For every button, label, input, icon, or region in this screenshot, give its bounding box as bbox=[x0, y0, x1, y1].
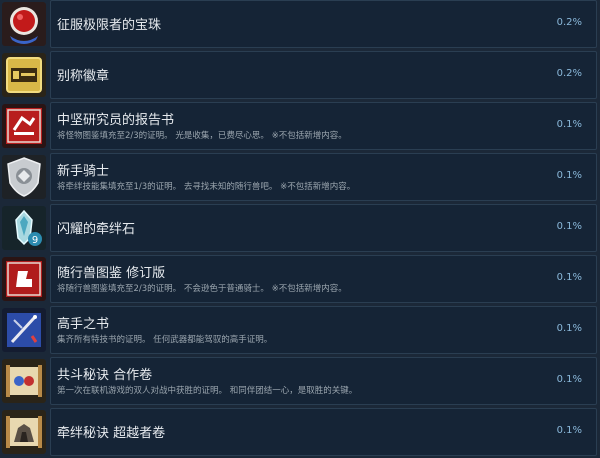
achievement-percent: 0.1% bbox=[556, 374, 582, 385]
achievement-row[interactable]: 9 闪耀的牵绊石 0.1% bbox=[0, 204, 600, 254]
achievement-title: 闪耀的牵绊石 bbox=[57, 222, 136, 237]
achievement-panel: 共斗秘诀 合作卷 第一次在联机游戏的双人对战中获胜的证明。 和同伴团结一心，是取… bbox=[50, 357, 597, 405]
red-report-book-icon bbox=[2, 104, 46, 148]
achievement-title: 征服极限者的宝珠 bbox=[57, 18, 162, 33]
achievement-description: 将牵绊技能集填充至1/3的证明。 去寻找未知的随行兽吧。 ※不包括新增内容。 bbox=[57, 182, 356, 192]
achievement-row[interactable]: 共斗秘诀 合作卷 第一次在联机游戏的双人对战中获胜的证明。 和同伴团结一心，是取… bbox=[0, 357, 600, 407]
achievement-row[interactable]: 随行兽图鉴 修订版 将随行兽图鉴填充至2/3的证明。 不会逊色于普通骑士。 ※不… bbox=[0, 255, 600, 305]
achievement-percent: 0.1% bbox=[556, 425, 582, 436]
achievement-title: 共斗秘诀 合作卷 bbox=[57, 368, 153, 383]
expert-book-icon bbox=[2, 308, 46, 352]
achievement-row[interactable]: 新手骑士 将牵绊技能集填充至1/3的证明。 去寻找未知的随行兽吧。 ※不包括新增… bbox=[0, 153, 600, 203]
red-orb-icon bbox=[2, 2, 46, 46]
achievement-row[interactable]: 牵绊秘诀 超越者卷 0.1% bbox=[0, 408, 600, 458]
coop-scroll-icon bbox=[2, 359, 46, 403]
achievement-percent: 0.1% bbox=[556, 323, 582, 334]
svg-text:9: 9 bbox=[32, 235, 38, 246]
achievement-percent: 0.2% bbox=[556, 68, 582, 79]
achievement-panel: 新手骑士 将牵绊技能集填充至1/3的证明。 去寻找未知的随行兽吧。 ※不包括新增… bbox=[50, 153, 597, 201]
achievement-description: 将怪物图鉴填充至2/3的证明。 光是收集，已费尽心思。 ※不包括新增内容。 bbox=[57, 131, 347, 141]
achievement-description: 集齐所有特技书的证明。 任何武器都能驾驭的高手证明。 bbox=[57, 335, 273, 345]
achievement-percent: 0.1% bbox=[556, 119, 582, 130]
achievement-panel: 中坚研究员的报告书 将怪物图鉴填充至2/3的证明。 光是收集，已费尽心思。 ※不… bbox=[50, 102, 597, 150]
achievement-panel: 牵绊秘诀 超越者卷 0.1% bbox=[50, 408, 597, 456]
achievement-percent: 0.1% bbox=[556, 221, 582, 232]
achievement-title: 新手骑士 bbox=[57, 164, 110, 179]
kinship-stone-icon: 9 bbox=[2, 206, 46, 250]
achievement-percent: 0.2% bbox=[556, 17, 582, 28]
achievement-row[interactable]: 高手之书 集齐所有特技书的证明。 任何武器都能驾驭的高手证明。 0.1% bbox=[0, 306, 600, 356]
achievement-percent: 0.1% bbox=[556, 170, 582, 181]
achievement-row[interactable]: 中坚研究员的报告书 将怪物图鉴填充至2/3的证明。 光是收集，已费尽心思。 ※不… bbox=[0, 102, 600, 152]
achievement-description: 第一次在联机游戏的双人对战中获胜的证明。 和同伴团结一心，是取胜的关键。 bbox=[57, 386, 358, 396]
kinship-scroll-icon bbox=[2, 410, 46, 454]
silver-shield-icon bbox=[2, 155, 46, 199]
achievement-description: 将随行兽图鉴填充至2/3的证明。 不会逊色于普通骑士。 ※不包括新增内容。 bbox=[57, 284, 347, 294]
achievement-title: 别称徽章 bbox=[57, 69, 110, 84]
achievement-panel: 征服极限者的宝珠 0.2% bbox=[50, 0, 597, 48]
achievement-title: 高手之书 bbox=[57, 317, 110, 332]
achievement-panel: 高手之书 集齐所有特技书的证明。 任何武器都能驾驭的高手证明。 0.1% bbox=[50, 306, 597, 354]
achievement-row[interactable]: 别称徽章 0.2% bbox=[0, 51, 600, 101]
gold-badge-icon bbox=[2, 53, 46, 97]
achievement-panel: 闪耀的牵绊石 0.1% bbox=[50, 204, 597, 252]
achievement-row[interactable]: 征服极限者的宝珠 0.2% bbox=[0, 0, 600, 50]
achievement-title: 中坚研究员的报告书 bbox=[57, 113, 175, 128]
achievement-percent: 0.1% bbox=[556, 272, 582, 283]
achievement-panel: 别称徽章 0.2% bbox=[50, 51, 597, 99]
monstie-book-icon bbox=[2, 257, 46, 301]
achievement-panel: 随行兽图鉴 修订版 将随行兽图鉴填充至2/3的证明。 不会逊色于普通骑士。 ※不… bbox=[50, 255, 597, 303]
achievement-title: 随行兽图鉴 修订版 bbox=[57, 266, 166, 281]
achievement-title: 牵绊秘诀 超越者卷 bbox=[57, 426, 166, 441]
